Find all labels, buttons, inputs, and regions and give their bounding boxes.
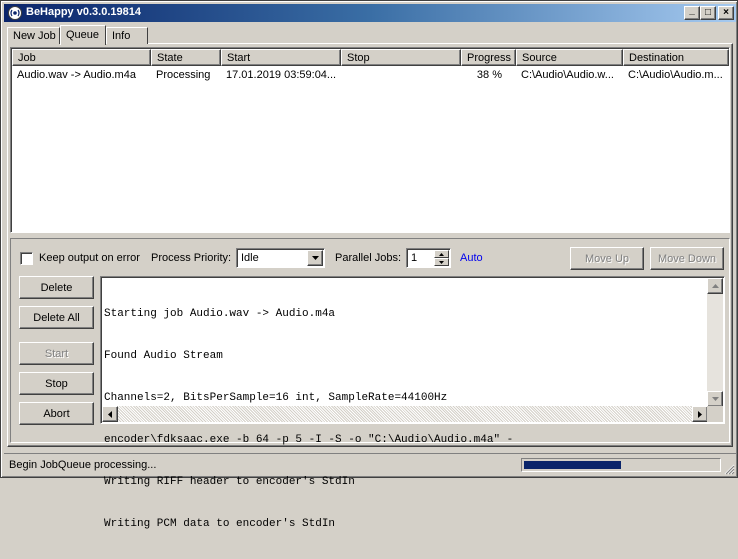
cell-stop — [341, 67, 461, 83]
parallel-jobs-label: Parallel Jobs: — [335, 252, 402, 264]
resize-grip-icon[interactable] — [723, 463, 735, 475]
column-header-progress[interactable]: Progress — [461, 49, 516, 66]
arrow-down-icon — [711, 397, 719, 401]
button-label: Move Up — [584, 252, 630, 265]
scrollbar-corner — [707, 406, 723, 422]
column-header-state[interactable]: State — [151, 49, 221, 66]
spin-up-button[interactable] — [434, 250, 449, 258]
cell-destination: C:\Audio\Audio.m... — [628, 69, 723, 81]
button-label: Delete All — [33, 311, 80, 324]
stop-button[interactable]: Stop — [19, 372, 94, 395]
table-row[interactable]: Audio.wav -> Audio.m4a Processing 17.01.… — [12, 67, 729, 83]
tab-queue[interactable]: Queue — [60, 25, 106, 45]
priority-select[interactable]: Idle — [236, 248, 325, 268]
cell-start: 17.01.2019 03:59:04... — [226, 69, 337, 81]
delete-all-button[interactable]: Delete All — [19, 306, 94, 329]
app-window: BeHappy v0.3.0.19814 _ □ × New Job Queue… — [0, 0, 738, 530]
maximize-icon: □ — [704, 7, 712, 18]
scroll-up-button[interactable] — [707, 278, 723, 294]
list-header: Job State Start Stop Progress Source Des… — [12, 49, 729, 66]
status-bar: Begin JobQueue processing... — [4, 453, 736, 476]
cell-progress: 38 % — [476, 69, 502, 81]
minimize-button[interactable]: _ — [684, 6, 700, 20]
log-line: Writing RIFF header to encoder's StdIn — [104, 476, 355, 488]
button-label: Delete — [40, 281, 73, 294]
move-down-button[interactable]: Move Down — [650, 247, 724, 270]
log-output[interactable]: Starting job Audio.wav -> Audio.m4a Foun… — [100, 276, 725, 530]
column-header-stop[interactable]: Stop — [341, 49, 461, 66]
cell-job: Audio.wav -> Audio.m4a — [17, 69, 136, 81]
button-label: Move Down — [657, 252, 717, 265]
arrow-right-icon — [698, 410, 702, 418]
log-line: Writing PCM data to encoder's StdIn — [104, 518, 336, 530]
column-header-source[interactable]: Source — [516, 49, 623, 66]
log-line: Starting job Audio.wav -> Audio.m4a — [104, 308, 336, 320]
abort-button[interactable]: Abort — [19, 402, 94, 425]
column-label: Progress — [467, 52, 512, 64]
arrow-down-icon — [439, 260, 444, 264]
scroll-right-button[interactable] — [692, 406, 708, 422]
column-label: Start — [227, 52, 251, 64]
keep-output-label: Keep output on error — [39, 252, 140, 264]
status-progress-bar — [521, 458, 721, 472]
column-label: Destination — [629, 52, 685, 64]
job-queue-list[interactable]: Job State Start Stop Progress Source Des… — [10, 47, 730, 233]
dropdown-button[interactable] — [307, 250, 323, 266]
column-header-start[interactable]: Start — [221, 49, 341, 66]
chevron-down-icon — [311, 256, 319, 260]
close-icon: × — [723, 7, 729, 18]
priority-label: Process Priority: — [151, 252, 232, 264]
start-button[interactable]: Start — [19, 342, 94, 365]
column-label: Source — [522, 52, 557, 64]
cell-source: C:\Audio\Audio.w... — [521, 69, 614, 81]
move-up-button[interactable]: Move Up — [570, 247, 644, 270]
window-title: BeHappy v0.3.0.19814 — [26, 6, 141, 18]
column-header-job[interactable]: Job — [12, 49, 151, 66]
delete-button[interactable]: Delete — [19, 276, 94, 299]
column-label: Job — [18, 52, 36, 64]
maximize-button[interactable]: □ — [700, 6, 716, 20]
cell-state: Processing — [156, 69, 211, 81]
progress-fill — [524, 461, 621, 469]
column-label: State — [157, 52, 183, 64]
vertical-scrollbar[interactable] — [707, 278, 723, 407]
parallel-jobs-value: 1 — [411, 252, 418, 264]
tab-label: Queue — [66, 29, 100, 41]
tab-info[interactable]: Info — [106, 27, 148, 44]
app-icon — [8, 6, 22, 20]
column-header-destination[interactable]: Destination — [623, 49, 729, 66]
status-text: Begin JobQueue processing... — [9, 459, 157, 471]
button-label: Start — [44, 347, 69, 360]
keep-output-checkbox[interactable] — [20, 252, 33, 265]
button-label: Stop — [45, 377, 68, 390]
log-line: encoder\fdksaac.exe -b 64 -p 5 -I -S -o … — [104, 434, 514, 446]
arrow-left-icon — [108, 410, 112, 418]
auto-link[interactable]: Auto — [460, 252, 483, 264]
arrow-up-icon — [439, 252, 444, 256]
log-line: Channels=2, BitsPerSample=16 int, Sample… — [104, 392, 448, 404]
arrow-up-icon — [711, 284, 719, 288]
column-label: Stop — [347, 52, 370, 64]
log-line: Found Audio Stream — [104, 350, 223, 362]
scroll-left-button[interactable] — [102, 406, 118, 422]
title-bar[interactable]: BeHappy v0.3.0.19814 _ □ × — [4, 4, 736, 22]
spin-down-button[interactable] — [434, 258, 449, 266]
tab-label: New Job — [13, 30, 56, 42]
parallel-jobs-spinner[interactable]: 1 — [406, 248, 451, 268]
priority-value: Idle — [241, 252, 259, 264]
horizontal-scrollbar[interactable] — [102, 406, 708, 422]
tab-new-job[interactable]: New Job — [7, 27, 60, 44]
minimize-icon: _ — [689, 5, 695, 16]
tab-label: Info — [112, 30, 131, 42]
button-label: Abort — [43, 407, 70, 420]
close-button[interactable]: × — [718, 6, 734, 20]
scroll-down-button[interactable] — [707, 391, 723, 407]
